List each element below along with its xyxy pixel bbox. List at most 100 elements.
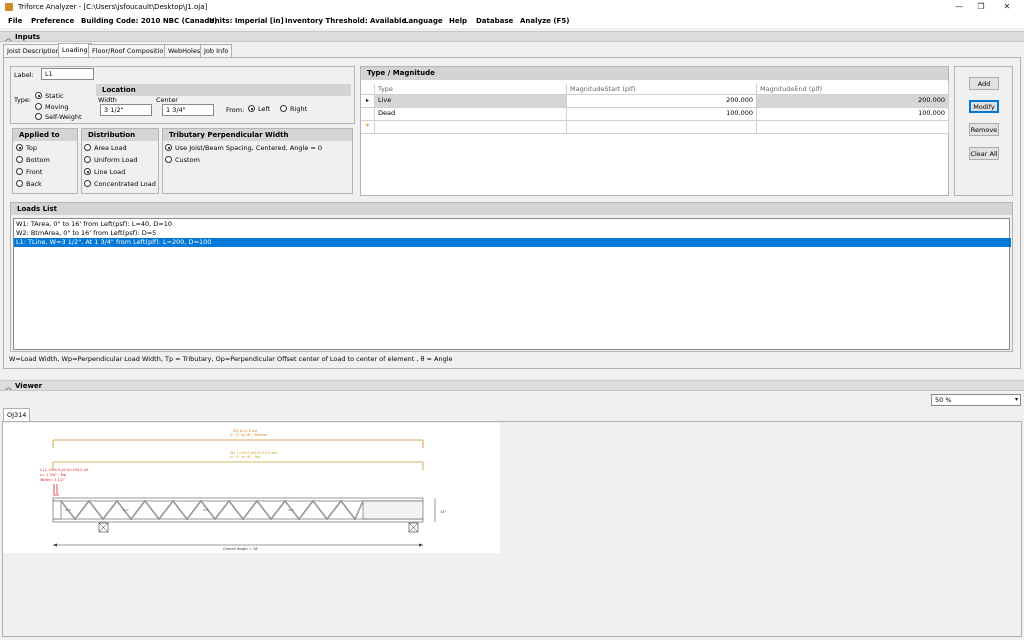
close-icon[interactable]: ✕: [997, 2, 1017, 12]
grid-corner-cell: [361, 84, 375, 95]
from-label: From:: [226, 106, 245, 114]
new-row-asterisk-icon[interactable]: *: [361, 121, 375, 134]
arrow-left-icon: [53, 543, 57, 547]
label-input[interactable]: L1: [41, 68, 94, 80]
tab-floor-roof-composition[interactable]: Floor/Roof Composition: [88, 44, 172, 57]
from-left-radio[interactable]: Left: [248, 105, 270, 113]
joist-top-chord: [52, 497, 424, 502]
menu-preference[interactable]: Preference: [31, 17, 74, 25]
radio-icon[interactable]: [280, 105, 287, 112]
tab-loading[interactable]: Loading: [58, 43, 92, 58]
list-item[interactable]: W2: BtmArea, 0" to 16' from Left(psf): D…: [14, 229, 1011, 238]
grid-header-type[interactable]: Type: [375, 84, 567, 95]
zoom-value: 50 %: [935, 396, 952, 404]
list-item[interactable]: W1: TArea, 0" to 16' from Left(psf): L=4…: [14, 220, 1011, 229]
remove-button[interactable]: Remove: [969, 123, 999, 136]
radio-icon[interactable]: [84, 156, 91, 163]
tab-viewer-oj314[interactable]: OJ314: [3, 408, 31, 422]
inputs-section-header[interactable]: ︿ Inputs: [0, 31, 1024, 42]
radio-icon[interactable]: [84, 180, 91, 187]
tab-joist-description[interactable]: Joist Description: [3, 44, 64, 57]
radio-icon[interactable]: [165, 156, 172, 163]
chevron-up-icon[interactable]: ︿: [5, 382, 12, 392]
radio-selected-icon[interactable]: [84, 168, 91, 175]
radio-selected-icon[interactable]: [35, 92, 42, 99]
joist-drawing-canvas[interactable]: W2 D=5.0 psf x= 0" to 16' ; Bottom W1 L=…: [3, 423, 500, 553]
tributary-joist-spacing-radio[interactable]: Use Joist/Beam Spacing, Centered, Angle …: [165, 144, 322, 152]
radio-icon[interactable]: [16, 180, 23, 187]
current-row-indicator-icon[interactable]: ▸: [361, 95, 375, 108]
applied-back-label: Back: [26, 180, 42, 188]
radio-icon[interactable]: [16, 156, 23, 163]
dist-area-load-label: Area Load: [94, 144, 127, 152]
type-moving-radio[interactable]: Moving: [35, 103, 68, 111]
applied-bottom-radio[interactable]: Bottom: [16, 156, 50, 164]
viewer-section-header[interactable]: ︿ Viewer: [0, 380, 1024, 391]
radio-selected-icon[interactable]: [16, 144, 23, 151]
menu-help[interactable]: Help: [449, 17, 467, 25]
radio-icon[interactable]: [35, 103, 42, 110]
applied-top-radio[interactable]: Top: [16, 144, 37, 152]
grid-header-magnitude-end[interactable]: MagnitudeEnd (plf): [757, 84, 949, 95]
l1-label-3: Width= 3 1/2": [40, 478, 65, 482]
radio-selected-icon[interactable]: [165, 144, 172, 151]
clear-all-button[interactable]: Clear All: [969, 147, 999, 160]
type-magnitude-panel: Type / Magnitude Type MagnitudeStart (pl…: [360, 66, 949, 196]
grid-cell-magnitude-end[interactable]: 100.000: [757, 108, 949, 121]
label-field-label: Label:: [14, 71, 34, 79]
l1-label-1: L1 L=200.0 plf D=100.0 plf: [40, 468, 89, 472]
grid-header-magnitude-start[interactable]: MagnitudeStart (plf): [567, 84, 757, 95]
applied-top-label: Top: [26, 144, 37, 152]
menu-database[interactable]: Database: [476, 17, 513, 25]
menu-inventory-threshold[interactable]: Inventory Threshold: Available: [285, 17, 406, 25]
dist-area-load-radio[interactable]: Area Load: [84, 144, 127, 152]
menu-bar: File Preference Building Code: 2010 NBC …: [0, 14, 1024, 28]
maximize-icon[interactable]: ❐: [971, 2, 991, 12]
menu-building-code[interactable]: Building Code: 2010 NBC (Canada): [81, 17, 217, 25]
radio-selected-icon[interactable]: [248, 105, 255, 112]
grid-cell-magnitude-end[interactable]: 200.000: [757, 95, 949, 108]
loads-listbox[interactable]: W1: TArea, 0" to 16' from Left(psf): L=4…: [13, 218, 1011, 350]
action-buttons-panel: Add Modify Remove Clear All: [954, 66, 1013, 196]
tributary-custom-radio[interactable]: Custom: [165, 156, 200, 164]
menu-language[interactable]: Language: [404, 17, 443, 25]
radio-icon[interactable]: [35, 113, 42, 120]
tab-job-info[interactable]: Job Info: [200, 44, 233, 57]
type-static-radio[interactable]: Static: [35, 92, 64, 100]
applied-front-radio[interactable]: Front: [16, 168, 42, 176]
tab-webholes[interactable]: WebHoles: [164, 44, 205, 57]
center-input[interactable]: 1 3/4": [162, 104, 214, 116]
minimize-icon[interactable]: —: [949, 2, 969, 12]
dist-line-load-label: Line Load: [94, 168, 126, 176]
from-right-radio[interactable]: Right: [280, 105, 307, 113]
dist-uniform-load-radio[interactable]: Uniform Load: [84, 156, 138, 164]
grid-cell-type[interactable]: Dead: [375, 108, 567, 121]
grid-cell-magnitude-start[interactable]: 200.000: [567, 95, 757, 108]
menu-units[interactable]: Units: Imperial [in]: [209, 17, 284, 25]
joist-webs: [60, 499, 364, 521]
radio-icon[interactable]: [84, 144, 91, 151]
menu-analyze[interactable]: Analyze (F5): [520, 17, 569, 25]
chevron-up-icon[interactable]: ︿: [5, 33, 12, 43]
grid-cell-type[interactable]: Live: [375, 95, 567, 108]
applied-back-radio[interactable]: Back: [16, 180, 42, 188]
row-header-cell[interactable]: [361, 108, 375, 121]
applied-to-header: Applied to: [13, 129, 77, 141]
type-self-weight-radio[interactable]: Self-Weight: [35, 113, 82, 121]
dist-line-load-radio[interactable]: Line Load: [84, 168, 125, 176]
chevron-down-icon[interactable]: ▾: [1015, 395, 1018, 405]
dist-concentrated-load-radio[interactable]: Concentrated Load: [84, 180, 156, 188]
grid-cell-magnitude-start[interactable]: 100.000: [567, 108, 757, 121]
add-button[interactable]: Add: [969, 77, 999, 90]
type-magnitude-header: Type / Magnitude: [361, 67, 948, 80]
grid-cell-magnitude-start-new[interactable]: [567, 121, 757, 134]
radio-icon[interactable]: [16, 168, 23, 175]
menu-file[interactable]: File: [8, 17, 22, 25]
w1-label-2: x= 0" to 16' ; Top: [230, 455, 261, 459]
zoom-select[interactable]: 50 % ▾: [931, 394, 1021, 406]
list-item-selected[interactable]: L1: TLine, W=3 1/2", At 1 3/4" from Left…: [14, 238, 1011, 247]
modify-button[interactable]: Modify: [969, 100, 999, 113]
width-input[interactable]: 3 1/2": [100, 104, 152, 116]
grid-cell-magnitude-end-new[interactable]: [757, 121, 949, 134]
grid-cell-type-new[interactable]: [375, 121, 567, 134]
